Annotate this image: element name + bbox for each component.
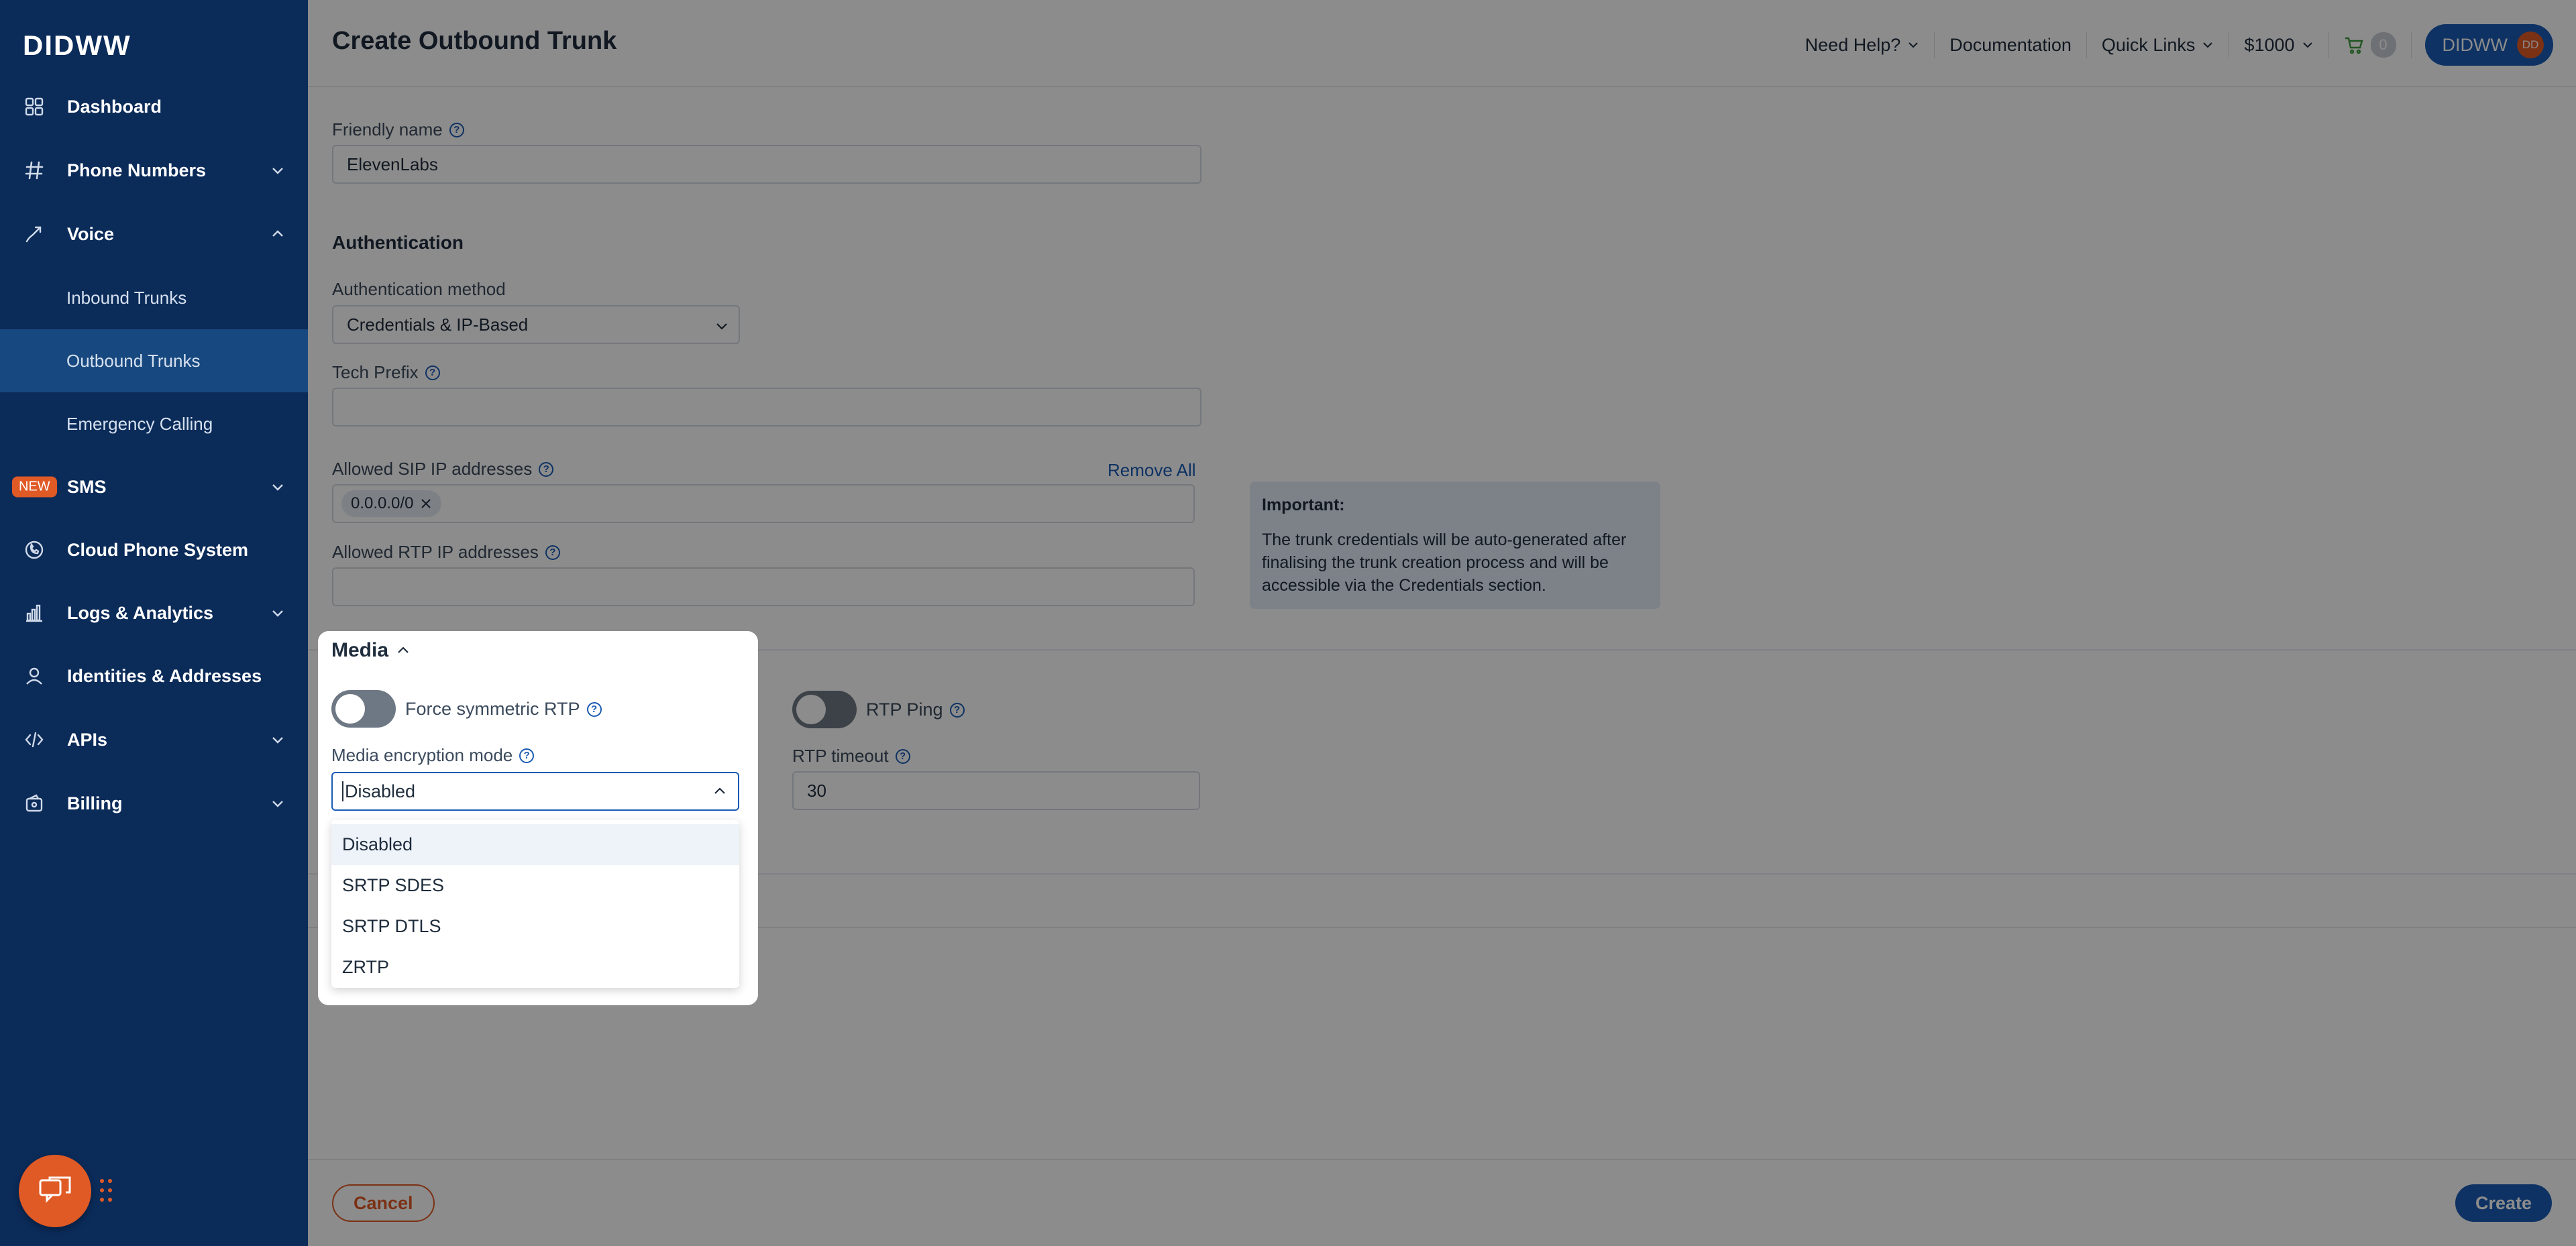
sidebar-item-label: Outbound Trunks — [66, 350, 201, 371]
encryption-mode-select[interactable]: Disabled — [331, 772, 739, 811]
new-badge: NEW — [12, 476, 57, 498]
wallet-icon — [23, 792, 46, 815]
sidebar-item-label: Logs & Analytics — [67, 602, 214, 623]
sidebar-item-cloud-phone-system[interactable]: Cloud Phone System — [0, 518, 308, 581]
option-srtp-sdes[interactable]: SRTP SDES — [331, 865, 739, 906]
sidebar-item-outbound-trunks[interactable]: Outbound Trunks — [0, 329, 308, 392]
sidebar-item-label: Identities & Addresses — [67, 665, 262, 686]
hash-icon — [23, 159, 46, 182]
option-disabled[interactable]: Disabled — [331, 824, 739, 865]
chevron-down-icon — [272, 610, 283, 617]
sidebar-item-label: Phone Numbers — [67, 160, 207, 180]
dashboard-icon — [23, 95, 46, 118]
text-cursor — [342, 781, 343, 801]
chevron-down-icon — [272, 168, 283, 174]
sidebar-item-voice[interactable]: Voice — [0, 203, 308, 266]
sidebar-item-sms[interactable]: NEW SMS — [0, 455, 308, 518]
force-symmetric-rtp-toggle[interactable] — [331, 690, 396, 728]
sidebar-item-billing[interactable]: Billing — [0, 772, 308, 835]
encryption-mode-label-text: Media encryption mode — [331, 745, 513, 765]
user-icon — [23, 665, 46, 687]
chevron-up-icon — [714, 787, 725, 794]
help-icon[interactable]: ? — [586, 701, 602, 717]
help-icon[interactable]: ? — [519, 748, 535, 763]
encryption-mode-label: Media encryption mode ? — [331, 745, 535, 766]
sidebar-item-phone-numbers[interactable]: Phone Numbers — [0, 139, 308, 202]
sidebar-item-label: Emergency Calling — [66, 413, 213, 434]
phone-circle-icon — [23, 539, 46, 561]
force-symmetric-rtp-label: Force symmetric RTP ? — [405, 699, 602, 720]
chevron-down-icon — [272, 484, 283, 491]
toggle-knob — [335, 694, 365, 724]
sidebar-item-inbound-trunks[interactable]: Inbound Trunks — [0, 266, 308, 329]
encryption-mode-options: Disabled SRTP SDES SRTP DTLS ZRTP — [331, 820, 739, 988]
chevron-up-icon — [398, 646, 409, 653]
option-srtp-dtls[interactable]: SRTP DTLS — [331, 906, 739, 947]
bar-chart-icon — [23, 602, 46, 624]
sidebar-item-logs-analytics[interactable]: Logs & Analytics — [0, 581, 308, 644]
didww-logo[interactable]: DIDWW — [23, 30, 131, 62]
force-symmetric-label-text: Force symmetric RTP — [405, 699, 580, 719]
sidebar-item-label: Inbound Trunks — [66, 287, 187, 308]
dim-overlay — [308, 0, 2576, 1246]
sidebar-item-apis[interactable]: APIs — [0, 708, 308, 771]
voice-icon — [23, 223, 46, 245]
chevron-up-icon — [272, 230, 283, 237]
chevron-down-icon — [272, 737, 283, 744]
chevron-down-icon — [272, 801, 283, 807]
media-section-header[interactable]: Media — [331, 639, 410, 662]
sidebar-item-label: APIs — [67, 729, 108, 750]
sidebar-item-label: Voice — [67, 223, 115, 244]
media-title: Media — [331, 639, 389, 661]
sidebar-item-label: Dashboard — [67, 96, 162, 117]
option-zrtp[interactable]: ZRTP — [331, 947, 739, 988]
chat-icon — [39, 1176, 71, 1203]
sidebar: DIDWW Dashboard Phone Numbers Voice Inbo… — [0, 0, 308, 1246]
media-section: Media Force symmetric RTP ? Media encryp… — [318, 631, 758, 1005]
chat-support-button[interactable] — [19, 1155, 91, 1227]
encryption-mode-value: Disabled — [345, 781, 416, 801]
sidebar-item-label: Billing — [67, 793, 123, 813]
sidebar-item-label: SMS — [67, 476, 107, 497]
sidebar-item-dashboard[interactable]: Dashboard — [0, 75, 308, 138]
sidebar-item-identities-addresses[interactable]: Identities & Addresses — [0, 644, 308, 707]
sidebar-item-emergency-calling[interactable]: Emergency Calling — [0, 392, 308, 455]
drag-handle-icon[interactable] — [98, 1177, 114, 1204]
sidebar-item-label: Cloud Phone System — [67, 539, 249, 560]
code-icon — [23, 728, 46, 751]
